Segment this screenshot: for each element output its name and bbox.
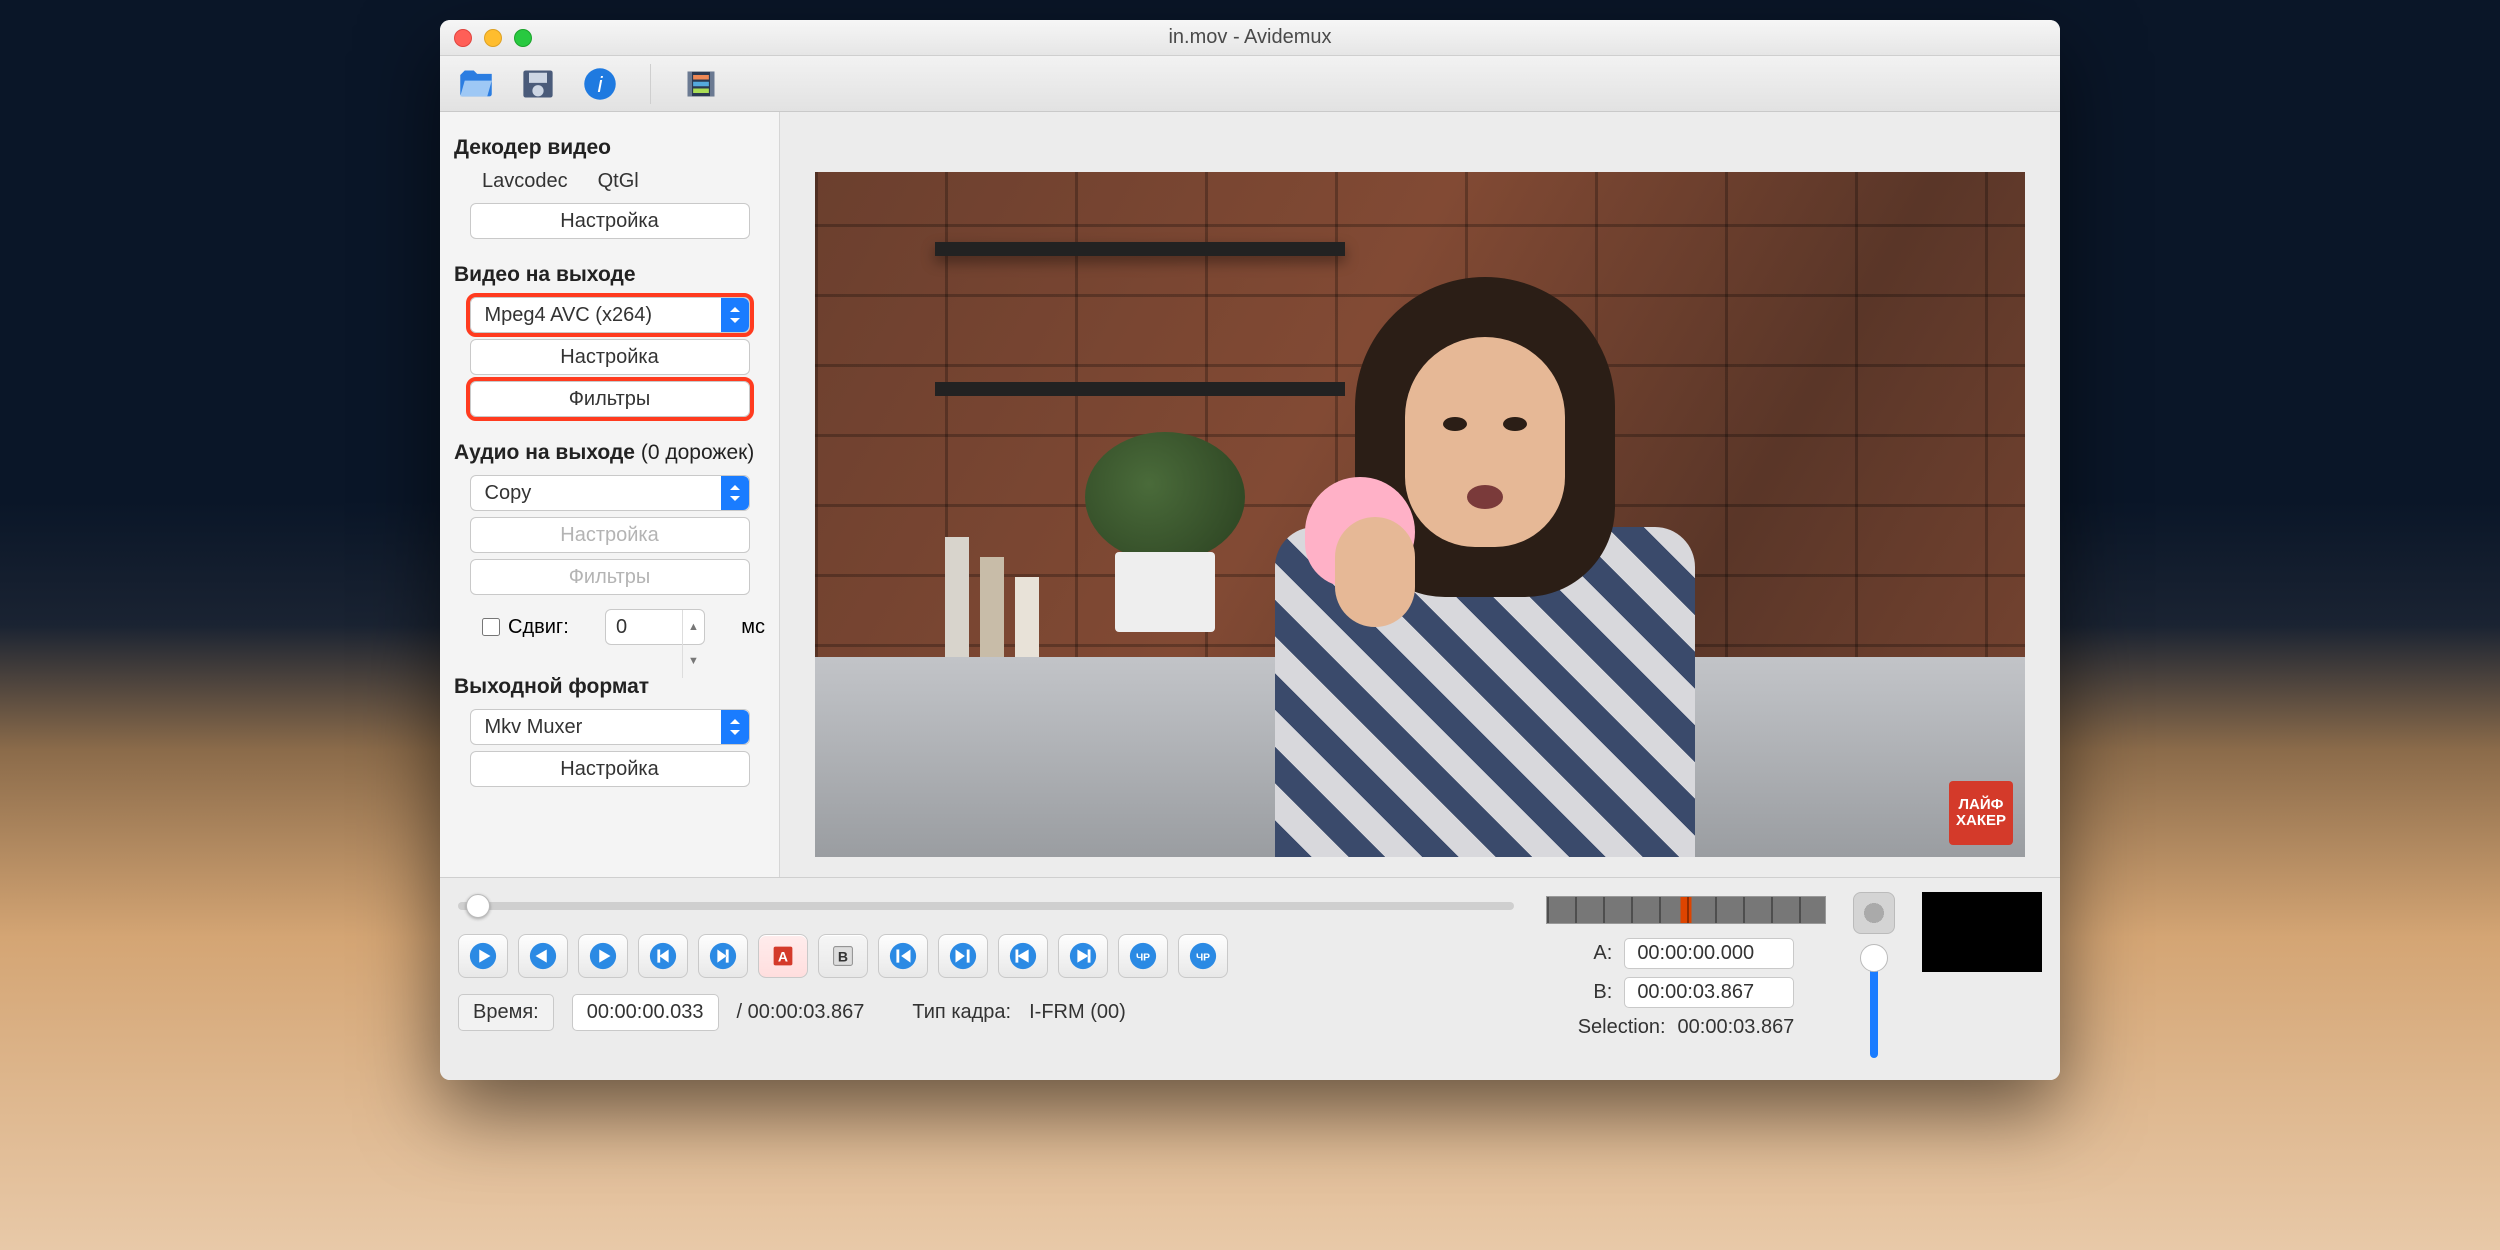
audio-tracks-count: (0 дорожек) bbox=[641, 441, 754, 464]
preview-area: ЛАЙФ ХАКЕР bbox=[780, 112, 2060, 877]
marker-a-label: A: bbox=[1593, 942, 1612, 965]
mini-preview bbox=[1922, 892, 2042, 972]
volume-slider[interactable] bbox=[1870, 948, 1878, 1058]
video-filters-button[interactable]: Фильтры bbox=[470, 381, 750, 417]
svg-text:ЧР: ЧР bbox=[1136, 953, 1150, 964]
marker-b-value: 00:00:03.867 bbox=[1624, 977, 1794, 1008]
marker-a-value: 00:00:00.000 bbox=[1624, 938, 1794, 969]
save-file-icon[interactable] bbox=[520, 66, 556, 102]
set-marker-b-button[interactable]: B bbox=[818, 934, 868, 978]
stepper-up-icon[interactable]: ▲ bbox=[682, 610, 704, 644]
toolbar-separator bbox=[650, 64, 651, 104]
svg-text:ЧР: ЧР bbox=[1196, 953, 1210, 964]
time-value-field[interactable]: 00:00:00.033 bbox=[572, 994, 719, 1031]
volume-thumb[interactable] bbox=[1860, 944, 1888, 972]
output-format-heading: Выходной формат bbox=[454, 675, 765, 699]
audio-codec-select[interactable]: Copy bbox=[470, 475, 750, 511]
vu-meter bbox=[1546, 896, 1826, 924]
next-keyframe-button[interactable] bbox=[698, 934, 748, 978]
next-frame-button[interactable] bbox=[578, 934, 628, 978]
app-window: in.mov - Avidemux i Декодер видео Lavcod… bbox=[440, 20, 2060, 1080]
audio-shift-checkbox[interactable] bbox=[482, 618, 500, 636]
marker-b-label: B: bbox=[1593, 981, 1612, 1004]
video-settings-button[interactable]: Настройка bbox=[470, 339, 750, 375]
timeline-slider[interactable] bbox=[458, 902, 1514, 910]
chevron-updown-icon bbox=[721, 476, 749, 510]
svg-text:A: A bbox=[778, 949, 788, 965]
time-label: Время: bbox=[458, 994, 554, 1031]
prev-frame-button[interactable] bbox=[518, 934, 568, 978]
video-preview: ЛАЙФ ХАКЕР bbox=[815, 172, 2025, 857]
container-select[interactable]: Mkv Muxer bbox=[470, 709, 750, 745]
chevron-updown-icon bbox=[721, 298, 749, 332]
container-value: Mkv Muxer bbox=[485, 716, 583, 738]
selection-label: Selection: bbox=[1578, 1016, 1666, 1039]
set-marker-a-button[interactable]: A bbox=[758, 934, 808, 978]
timeline-thumb[interactable] bbox=[466, 894, 490, 918]
audio-filters-button: Фильтры bbox=[470, 559, 750, 595]
video-codec-value: Mpeg4 AVC (x264) bbox=[485, 304, 653, 326]
audio-codec-value: Copy bbox=[485, 482, 532, 504]
frame-type-value: I-FRM (00) bbox=[1029, 1001, 1126, 1024]
watermark-badge: ЛАЙФ ХАКЕР bbox=[1949, 781, 2013, 845]
bottom-bar: A B ЧР ЧР Время: 00:00:00.033 / 00:00:03… bbox=[440, 877, 2060, 1080]
decoder-qtgl-label: QtGl bbox=[598, 170, 639, 193]
audio-toggle-button[interactable] bbox=[1853, 892, 1895, 934]
decoder-lavcodec-label: Lavcodec bbox=[482, 170, 568, 193]
chevron-updown-icon bbox=[721, 710, 749, 744]
goto-end-button[interactable] bbox=[938, 934, 988, 978]
audio-settings-button: Настройка bbox=[470, 517, 750, 553]
info-icon[interactable]: i bbox=[582, 66, 618, 102]
goto-marker-a-button[interactable] bbox=[998, 934, 1048, 978]
frame-type-label: Тип кадра: bbox=[912, 1001, 1011, 1024]
prev-keyframe-button[interactable] bbox=[638, 934, 688, 978]
main-toolbar: i bbox=[440, 56, 2060, 112]
decoder-settings-button[interactable]: Настройка bbox=[470, 203, 750, 239]
goto-start-button[interactable] bbox=[878, 934, 928, 978]
audio-shift-field[interactable]: 0 ▲▼ bbox=[605, 609, 705, 645]
decoder-heading: Декодер видео bbox=[454, 136, 765, 160]
audio-shift-label: Сдвиг: bbox=[508, 616, 569, 639]
selection-value: 00:00:03.867 bbox=[1678, 1016, 1795, 1039]
window-title: in.mov - Avidemux bbox=[440, 26, 2060, 49]
prev-black-frame-button[interactable]: ЧР bbox=[1118, 934, 1168, 978]
sidebar: Декодер видео Lavcodec QtGl Настройка Ви… bbox=[440, 112, 780, 877]
video-output-heading: Видео на выходе bbox=[454, 263, 765, 287]
audio-shift-unit: мс bbox=[741, 616, 765, 639]
next-black-frame-button[interactable]: ЧР bbox=[1178, 934, 1228, 978]
video-codec-select[interactable]: Mpeg4 AVC (x264) bbox=[470, 297, 750, 333]
svg-text:B: B bbox=[838, 949, 848, 965]
duration-label: / 00:00:03.867 bbox=[737, 1001, 865, 1024]
audio-output-heading: Аудио на выходе (0 дорожек) bbox=[454, 441, 765, 465]
container-settings-button[interactable]: Настройка bbox=[470, 751, 750, 787]
goto-marker-b-button[interactable] bbox=[1058, 934, 1108, 978]
play-button[interactable] bbox=[458, 934, 508, 978]
titlebar: in.mov - Avidemux bbox=[440, 20, 2060, 56]
video-filter-icon[interactable] bbox=[683, 66, 719, 102]
stepper-down-icon[interactable]: ▼ bbox=[682, 644, 704, 678]
open-file-icon[interactable] bbox=[458, 66, 494, 102]
